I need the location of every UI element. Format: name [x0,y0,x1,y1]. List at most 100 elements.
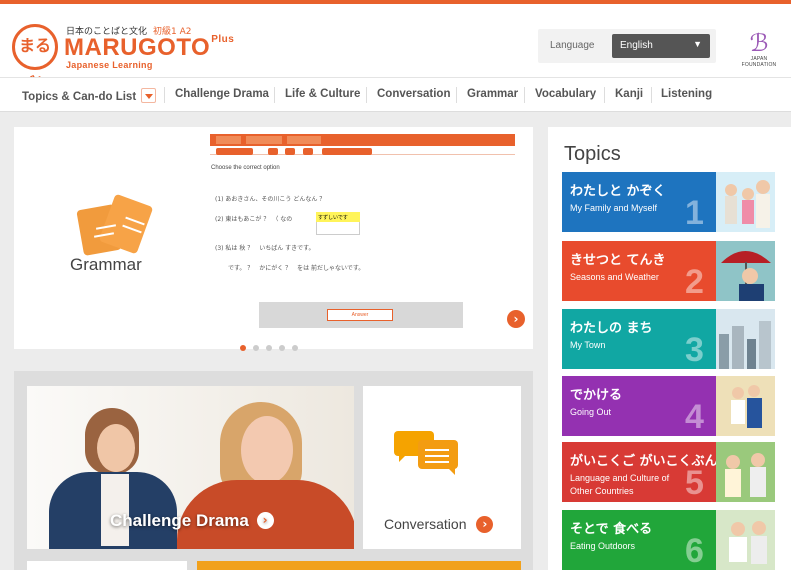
nav-vocabulary[interactable]: Vocabulary [535,88,596,100]
language-label: Language [550,40,595,51]
language-selected-value: English [620,40,653,51]
preview-highlight: すずしいです [316,212,360,222]
topic-japanese: きせつと てんき [570,253,666,268]
marugoto-logo-icon[interactable]: まるごと [12,24,58,93]
topic-english: My Family and Myself [570,203,658,213]
preview-line-1: (1) あおきさん、その川こう どんなん ？ [215,196,326,203]
topics-title: Topics [564,143,621,165]
umbrella-photo-icon [716,241,775,301]
slider-dot-4[interactable] [279,345,285,351]
topic-japanese: がいこくご がいこくぶんか [570,454,731,469]
woman-shirt [101,474,129,546]
speech-bubble-tail [399,454,407,462]
slider-next-arrow-icon[interactable]: › [507,310,525,328]
topic-number: 3 [685,331,704,369]
preview-answer-bar: Answer [259,302,463,328]
topic-japanese: でかける [570,388,623,403]
nav-conversation[interactable]: Conversation [377,88,451,100]
woman-face [97,424,135,472]
slider-dot-2[interactable] [253,345,259,351]
nav-divider [366,87,367,103]
books-icon [76,187,160,257]
topic-card-4[interactable]: でかける Going Out 4 [562,376,775,436]
bottom-card-left[interactable] [27,561,187,570]
preview-answer-button: Answer [327,309,393,321]
nav-challenge-drama[interactable]: Challenge Drama [175,88,269,100]
topic-card-1[interactable]: わたしと かぞく My Family and Myself 1 [562,172,775,232]
slider-pagination [240,345,304,353]
challenge-drama-arrow-icon: › [256,512,274,529]
brand-plus: Plus [211,34,235,45]
topic-japanese: わたしと かぞく [570,184,666,199]
topic-number: 1 [685,194,704,232]
topic-english: Language and Culture of Other Countries [570,473,670,496]
nav-topics-label: Topics & Can-do List [22,91,137,103]
language-select[interactable]: English ▼ [612,34,710,58]
nav-grammar[interactable]: Grammar [467,88,518,100]
challenge-drama-label: Challenge Drama › [110,511,274,531]
preview-line-3: (3) 私は 秋 ？ いちばん すきです。 [215,245,315,252]
preview-pill [216,148,253,155]
grammar-slide-label: Grammar [70,255,142,274]
brand-name: MARUGOTO [64,34,211,61]
chevron-down-icon: ▼ [693,39,702,49]
bubble-line [425,455,449,457]
preview-line-2: (2) 東はもあこが ？ （ なの [215,216,293,223]
nav-topics-can-do-list[interactable]: Topics & Can-do List [22,88,157,103]
topic-card-6[interactable]: そとで 食べる Eating Outdoors 6 [562,510,775,570]
family-photo-icon [716,172,775,232]
nav-divider [456,87,457,103]
conversation-arrow-icon: › [476,516,494,533]
preview-pill [303,148,313,155]
dropdown-arrow-icon[interactable] [141,88,157,103]
site-header: まるごと 日本のことばと文化初級1 A2 MARUGOTOPlus Japane… [0,4,791,93]
topic-japanese: わたしの まち [570,321,653,336]
going-out-photo-icon [716,376,775,436]
grammar-preview-screenshot: Choose the correct option (1) あおきさん、その川こ… [210,134,515,339]
japan-foundation-logo[interactable]: ℬ JAPAN FOUNDATION [734,30,784,70]
topic-english: Going Out [570,407,612,417]
preview-question: Choose the correct option [211,165,280,171]
preview-tab [216,136,241,144]
bubble-line [425,449,449,451]
preview-pill [268,148,278,155]
site-subtitle: Japanese Learning [66,60,153,70]
preview-pill [322,148,372,155]
nav-listening[interactable]: Listening [661,88,712,100]
culture-photo-icon [716,442,775,502]
nav-life-culture[interactable]: Life & Culture [285,88,360,100]
japan-foundation-mark-icon: ℬ [749,29,769,57]
nav-divider [524,87,525,103]
challenge-drama-card[interactable]: Challenge Drama › [27,386,354,549]
topic-english: My Town [570,340,606,350]
japan-foundation-text: JAPAN FOUNDATION [741,56,777,68]
city-photo-icon [716,309,775,369]
slider-dot-3[interactable] [266,345,272,351]
grammar-feature-slider[interactable]: Grammar Choose the correct option (1) あお… [14,127,533,349]
topic-card-5[interactable]: がいこくご がいこくぶんか Language and Culture of Ot… [562,442,775,502]
conversation-label: Conversation › [384,516,494,533]
topic-card-3[interactable]: わたしの まち My Town 3 [562,309,775,369]
nav-divider [274,87,275,103]
preview-pill [285,148,295,155]
preview-line-4: です。 ？ かにがく ？ をは 前だしゃないです。 [228,265,365,272]
topic-english: Eating Outdoors [570,541,636,551]
site-title[interactable]: MARUGOTOPlus [64,34,234,62]
nav-kanji[interactable]: Kanji [615,88,643,100]
slider-dot-1[interactable] [240,345,246,351]
topic-card-2[interactable]: きせつと てんき Seasons and Weather 2 [562,241,775,301]
topic-english: Seasons and Weather [570,272,659,282]
challenge-drama-text: Challenge Drama [110,511,249,530]
conversation-card[interactable]: Conversation › [363,386,521,549]
topic-number: 4 [685,398,704,436]
preview-tab [246,136,282,144]
topic-number: 5 [685,464,704,502]
main-navigation: Topics & Can-do List Challenge Drama Lif… [0,77,791,112]
woman-blonde-face [241,416,293,484]
language-switcher: Language English ▼ [538,29,716,63]
bottom-card-right[interactable] [197,561,521,570]
nav-divider [604,87,605,103]
slider-dot-5[interactable] [292,345,298,351]
topic-number: 6 [685,532,704,570]
speech-bubble-tail [447,467,455,475]
